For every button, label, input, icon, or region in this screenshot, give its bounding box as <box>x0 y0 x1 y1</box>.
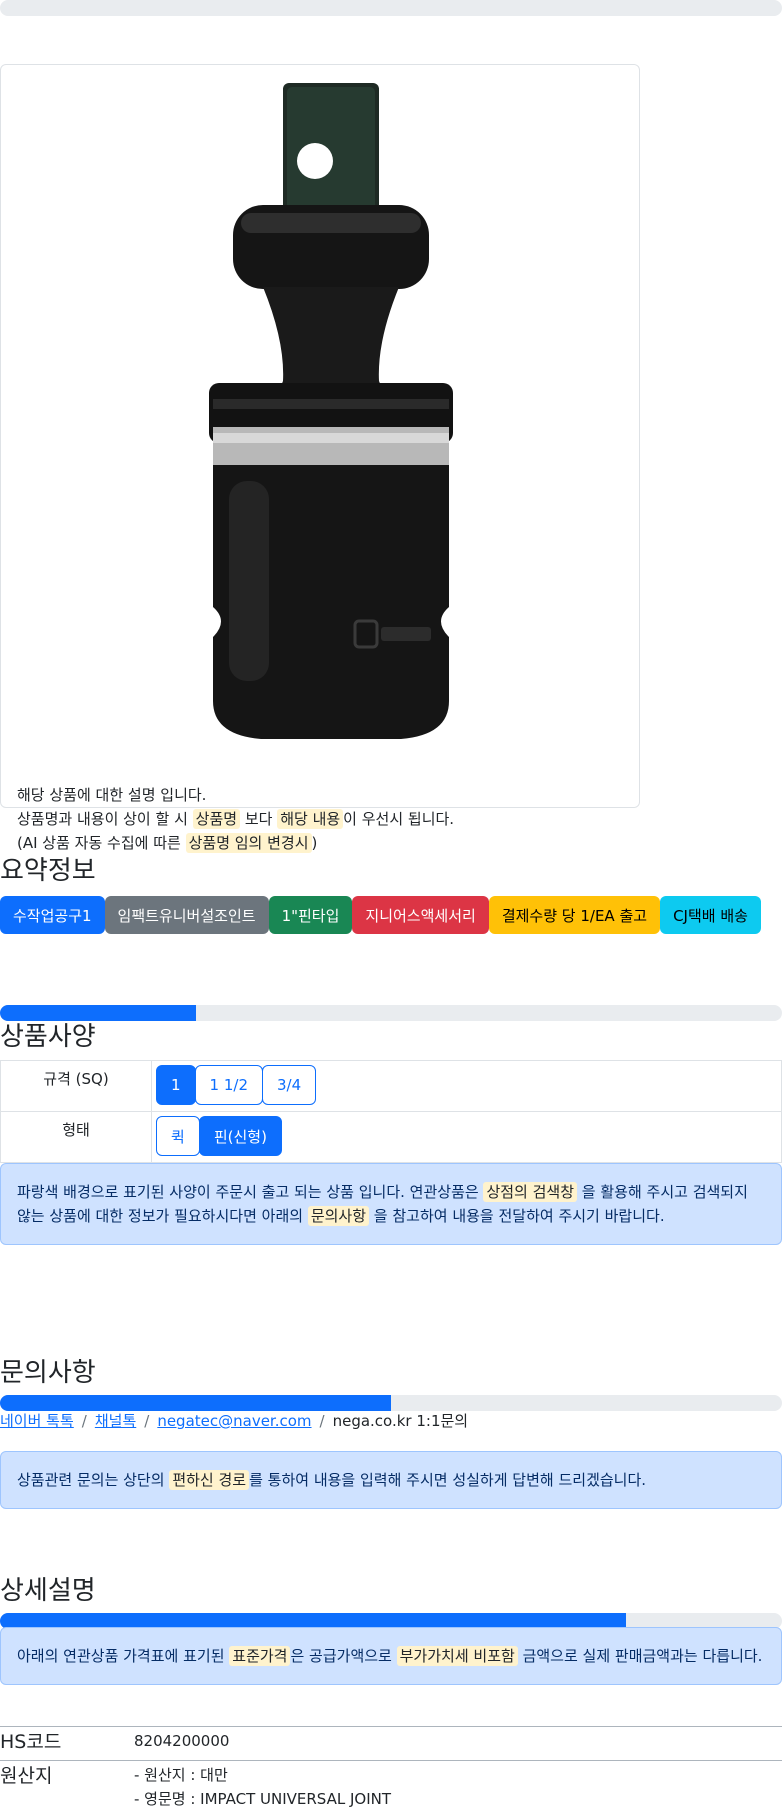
summary-title: 요약정보 <box>0 856 96 886</box>
summary-badge: 결제수량 당 1/EA 출고 <box>488 896 661 934</box>
summary-badges: 수작업공구1 임팩트유니버설조인트 1"핀타입 지니어스액세서리 결제수량 당 1/EA… <box>0 896 761 934</box>
spec-row-type: 형태 퀵 핀(신형) <box>0 1111 782 1163</box>
separator: / <box>319 1412 325 1430</box>
product-description: 해당 상품에 대한 설명 입니다. 상품명과 내용이 상이 할 시 상품명 보다… <box>17 783 454 855</box>
highlight-text: 부가가치세 비포함 <box>396 1646 518 1666</box>
description-text: ) <box>311 834 318 852</box>
email-link[interactable]: negatec@naver.com <box>157 1412 311 1430</box>
separator: / <box>144 1412 150 1430</box>
notice-text: 상품관련 문의는 상단의 <box>17 1471 170 1489</box>
hs-code-value: 8204200000 <box>134 1732 230 1750</box>
inquiry-notice: 상품관련 문의는 상단의 편하신 경로 를 통하여 내용을 입력해 주시면 성실하… <box>0 1451 782 1509</box>
description-text: 보다 <box>240 810 278 828</box>
notice-text: 은 공급가액으로 <box>290 1647 397 1665</box>
origin-english-name: - 영문명 : IMPACT UNIVERSAL JOINT <box>134 1790 392 1808</box>
hs-code-row: HS코드 8204200000 <box>0 1726 782 1760</box>
site-inquiry-text: nega.co.kr 1:1문의 <box>332 1412 469 1430</box>
type-option-group: 퀵 핀(신형) <box>156 1116 777 1156</box>
description-line-2: 상품명과 내용이 상이 할 시 상품명 보다 해당 내용 이 우선시 됩니다. <box>17 807 454 831</box>
notice-text: 을 참고하여 내용을 전달하여 주시기 바랍니다. <box>369 1207 665 1225</box>
channel-talk-link[interactable]: 채널톡 <box>95 1412 136 1430</box>
spec-table: 규격 (SQ) 11 1/2 3/4 형태 퀵 핀(신형) <box>0 1060 782 1163</box>
summary-badge: 수작업공구1 <box>0 896 105 934</box>
separator: / <box>81 1412 87 1430</box>
inquiry-progress-fill <box>0 1395 391 1411</box>
specs-title: 상품사양 <box>0 1022 96 1052</box>
summary-badge: CJ택배 배송 <box>660 896 761 934</box>
spec-option-button[interactable]: 1 <box>156 1065 196 1105</box>
spec-option-button[interactable]: 퀵 <box>156 1116 200 1156</box>
size-option-group: 11 1/2 3/4 <box>156 1065 777 1105</box>
spec-options-type: 퀵 핀(신형) <box>151 1111 782 1163</box>
product-card: 해당 상품에 대한 설명 입니다. 상품명과 내용이 상이 할 시 상품명 보다… <box>0 64 640 853</box>
description-line-1: 해당 상품에 대한 설명 입니다. <box>17 786 207 804</box>
origin-row: 원산지 - 원산지 : 대만 - 영문명 : IMPACT UNIVERSAL … <box>0 1760 782 1808</box>
origin-country: - 원산지 : 대만 <box>134 1766 228 1784</box>
inquiry-title: 문의사항 <box>0 1358 96 1388</box>
notice-text: 를 통하여 내용을 입력해 주시면 성실하게 답변해 드리겠습니다. <box>249 1471 647 1489</box>
spec-options-size: 11 1/2 3/4 <box>151 1060 782 1112</box>
origin-label: 원산지 <box>0 1765 53 1787</box>
inquiry-progress-bar <box>0 1395 782 1411</box>
origin-value: - 원산지 : 대만 - 영문명 : IMPACT UNIVERSAL JOIN… <box>134 1763 391 1808</box>
highlight-text: 상점의 검색창 <box>483 1182 578 1202</box>
summary-badge: 지니어스액세서리 <box>352 896 489 934</box>
summary-badge: 1"핀타입 <box>268 896 353 934</box>
specs-progress-bar <box>0 1005 782 1021</box>
contact-breadcrumb: 네이버 톡톡 / 채널톡 / negatec@naver.com / nega.co.kr … <box>0 1410 468 1431</box>
detail-title: 상세설명 <box>0 1576 96 1606</box>
hs-code-label: HS코드 <box>0 1731 62 1753</box>
highlight-text: 문의사항 <box>307 1206 370 1226</box>
product-image <box>209 83 453 739</box>
spec-option-button[interactable]: 핀(신형) <box>198 1116 282 1156</box>
top-progress-bar <box>0 0 782 16</box>
spec-label-size: 규격 (SQ) <box>0 1060 152 1112</box>
highlight-text: 상품명 임의 변경시 <box>185 833 312 853</box>
highlight-text: 표준가격 <box>229 1646 291 1666</box>
spec-label-type: 형태 <box>0 1111 152 1163</box>
notice-text: 아래의 연관상품 가격표에 표기된 <box>17 1647 230 1665</box>
highlight-text: 해당 내용 <box>277 809 344 829</box>
specs-notice: 파랑색 배경으로 표기된 사양이 주문시 출고 되는 상품 입니다. 연관상품은… <box>0 1163 782 1245</box>
naver-talk-link[interactable]: 네이버 톡톡 <box>0 1412 74 1430</box>
highlight-text: 상품명 <box>192 809 241 829</box>
highlight-text: 편하신 경로 <box>169 1470 250 1490</box>
description-text: 상품명과 내용이 상이 할 시 <box>17 810 193 828</box>
description-text: 이 우선시 됩니다. <box>343 810 455 828</box>
notice-text: 금액으로 실제 판매금액과는 다릅니다. <box>517 1647 763 1665</box>
spec-row-size: 규격 (SQ) 11 1/2 3/4 <box>0 1060 782 1112</box>
spec-option-button[interactable]: 1 1/2 <box>194 1065 263 1105</box>
spec-option-button[interactable]: 3/4 <box>262 1065 317 1105</box>
notice-text: 파랑색 배경으로 표기된 사양이 주문시 출고 되는 상품 입니다. 연관상품은 <box>17 1183 484 1201</box>
summary-badge: 임팩트유니버설조인트 <box>104 896 269 934</box>
detail-notice: 아래의 연관상품 가격표에 표기된 표준가격 은 공급가액으로 부가가치세 비포함… <box>0 1627 782 1685</box>
